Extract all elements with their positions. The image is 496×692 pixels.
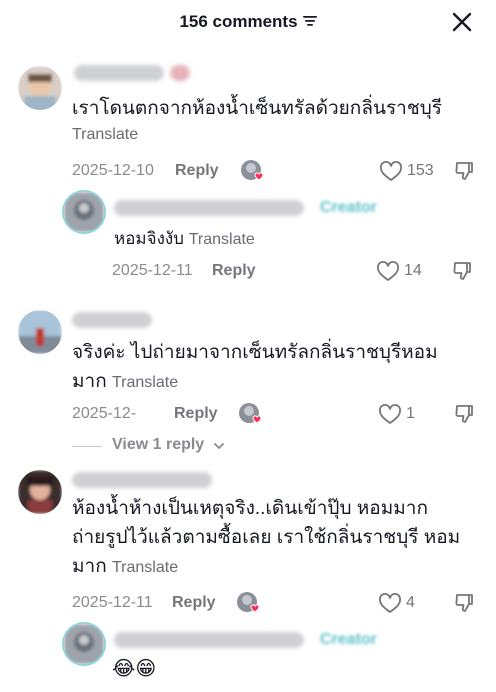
comment-date: 2025-12-11 xyxy=(72,594,153,611)
comment-meta: 2025-12-10 Reply 153 xyxy=(0,160,496,184)
reply-button[interactable]: Reply xyxy=(212,262,256,280)
creator-badge: Creator xyxy=(320,199,377,216)
dislike-icon[interactable] xyxy=(453,159,477,183)
avatar[interactable] xyxy=(18,470,62,514)
translate-link[interactable]: Translate xyxy=(112,374,178,391)
avatar[interactable] xyxy=(64,624,104,664)
comment-meta: 2025-12-11 Reply 4 xyxy=(0,592,496,616)
comment-meta: 2025-12- Reply 1 xyxy=(0,403,496,427)
username-emoji-blurred xyxy=(170,65,190,81)
close-icon[interactable] xyxy=(450,10,474,34)
heart-icon xyxy=(377,261,399,281)
creator-liked-icon xyxy=(239,403,262,424)
comment-date: 2025-12-11 xyxy=(112,262,193,279)
comment-text: หอมจิงงับ Translate xyxy=(114,229,255,248)
reply-button[interactable]: Reply xyxy=(174,405,218,423)
like-count: 4 xyxy=(406,594,415,611)
reply-button[interactable]: Reply xyxy=(172,594,216,612)
username-blurred[interactable] xyxy=(72,472,212,488)
username-blurred[interactable] xyxy=(72,312,152,328)
username-blurred[interactable] xyxy=(114,632,304,648)
heart-icon xyxy=(380,161,402,181)
comment-date: 2025-12-10 xyxy=(72,162,154,179)
comment-text: 😂😁 xyxy=(112,658,157,680)
heart-icon xyxy=(379,593,401,613)
translate-link[interactable]: Translate xyxy=(72,126,138,144)
creator-liked-icon xyxy=(237,592,260,613)
heart-icon xyxy=(379,404,401,424)
username-blurred[interactable] xyxy=(114,200,304,216)
like-count: 14 xyxy=(404,262,422,279)
username-blurred[interactable] xyxy=(74,65,164,81)
comment-meta: 2025-12-11 Reply 14 xyxy=(0,260,496,284)
dislike-icon[interactable] xyxy=(451,259,475,283)
comment-text: ห้องน้ำห้างเป็นเหตุจริง..เดินเข้าปุ๊บ หอ… xyxy=(72,498,461,577)
dislike-icon[interactable] xyxy=(453,591,477,615)
comments-count: 156 comments xyxy=(179,12,298,31)
view-replies-label: View 1 reply xyxy=(112,436,205,453)
sort-icon[interactable] xyxy=(302,15,317,27)
avatar[interactable] xyxy=(64,192,104,232)
like-count: 153 xyxy=(407,162,434,179)
reply-button[interactable]: Reply xyxy=(175,162,219,180)
avatar[interactable] xyxy=(18,66,62,110)
dislike-icon[interactable] xyxy=(453,402,477,426)
comment-date: 2025-12- xyxy=(72,405,137,422)
comments-header: 156 comments xyxy=(0,0,496,46)
translate-link[interactable]: Translate xyxy=(112,559,178,576)
divider xyxy=(72,446,102,447)
translate-link[interactable]: Translate xyxy=(189,231,255,248)
like-count: 1 xyxy=(406,405,415,422)
comments-title[interactable]: 156 comments xyxy=(0,12,496,32)
comment-text: เราโดนตกจากห้องน้ำเซ็นทรัลด้วยกลิ่นราชบุ… xyxy=(72,98,442,119)
chevron-down-icon xyxy=(214,443,224,449)
creator-liked-icon xyxy=(241,160,264,181)
creator-badge: Creator xyxy=(320,631,377,648)
avatar[interactable] xyxy=(18,310,62,354)
comment-text: จริงค่ะ ไปถ่ายมาจากเซ็นทรัลกลิ่นราชบุรีห… xyxy=(72,342,438,392)
